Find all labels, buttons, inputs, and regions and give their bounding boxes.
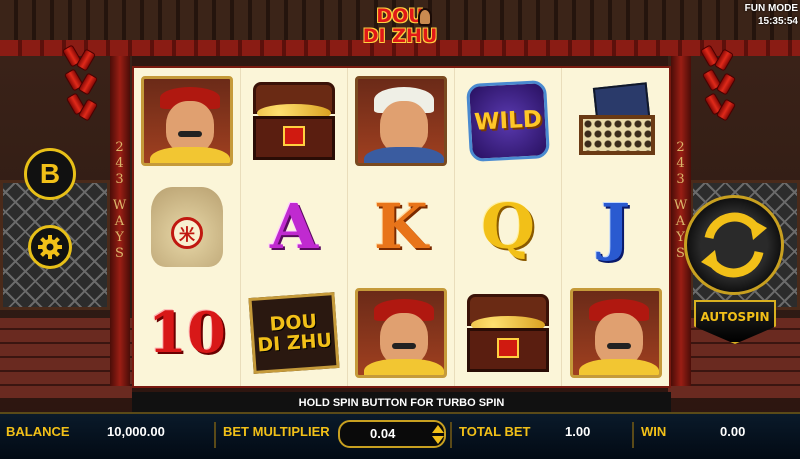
game-mode: FUN MODE [744,3,798,14]
bet-multiplier-value: 0.04 [370,426,396,441]
bonus-button-label: B [39,158,61,189]
treasure-chest-icon [249,78,339,164]
official-portrait-icon [141,76,233,166]
status-readout: FUN MODE 15:35:54 [745,2,798,28]
bonus-button[interactable]: B [24,148,76,200]
balance-label: BALANCE [6,424,70,439]
decrease-bet-arrow-icon[interactable] [432,436,444,444]
servant-portrait-icon [355,76,447,166]
balance-value: 10,000.00 [107,424,165,439]
bet-multiplier-stepper[interactable]: 0.04 [338,420,446,448]
card-symbol-k: K [374,190,428,263]
card-symbol-10: 10 [148,300,226,366]
official-portrait-icon [355,288,447,378]
reel-cell: Q [455,174,562,280]
left-firecracker-icon [61,40,102,135]
spin-arrows-icon [701,212,767,278]
reel-cell [134,68,241,174]
bottom-bar: BALANCE 10,000.00 BET MULTIPLIER 0.04 TO… [0,412,800,459]
card-symbol-j: J [600,190,631,263]
reel-cell: 10 [134,280,241,386]
total-bet-label: TOTAL BET [459,424,531,439]
treasure-chest-icon [463,290,553,376]
total-bet-value: 1.00 [565,424,591,439]
right-firecracker-icon [699,40,740,135]
card-symbol-a: A [269,190,319,263]
reel-cell: 米 [134,174,241,280]
reel-cell [348,280,455,386]
divider [450,422,452,448]
divider [632,422,634,448]
win-label: WIN [641,424,667,439]
reel-cell: DOU DI ZHU [241,280,348,386]
rice-bag-icon: 米 [151,187,223,267]
autospin-label: AUTOSPIN [700,310,770,324]
clock: 15:35:54 [757,16,798,27]
reel-cell: WILD [455,68,562,174]
reel-cell [241,68,348,174]
logo-tile-symbol: DOU DI ZHU [248,292,340,374]
turbo-spin-hint: HOLD SPIN BUTTON FOR TURBO SPIN [132,392,671,414]
logo-figure-icon [418,8,432,26]
slot-game-scene: 243 WAYS 243 WAYS DOU DI ZHU FUN MODE 15… [0,0,800,459]
reel-cell [348,68,455,174]
win-value: 0.00 [720,424,746,439]
card-symbol-q: Q [480,190,535,263]
bet-multiplier-label: BET MULTIPLIER [223,424,330,439]
gear-icon [38,235,62,259]
reel-cell: K [348,174,455,280]
abacus-book-icon [575,81,657,161]
increase-bet-arrow-icon[interactable] [432,425,444,433]
left-ways-text: 243 WAYS [112,140,128,261]
official-portrait-icon [569,288,662,378]
reel-cell: A [241,174,348,280]
reel-cell [562,68,669,174]
reel-cell: J [562,174,669,280]
reel-cell [455,280,562,386]
wild-symbol: WILD [466,79,550,163]
reel-cell [562,280,669,386]
logo-line2: DI ZHU [362,25,438,47]
reel-grid: WILD 米 A K Q J 10 DOU DI ZHU [132,66,671,388]
settings-button[interactable] [28,225,72,269]
spin-button[interactable] [684,195,784,295]
game-logo: DOU DI ZHU [360,6,440,58]
divider [214,422,216,448]
